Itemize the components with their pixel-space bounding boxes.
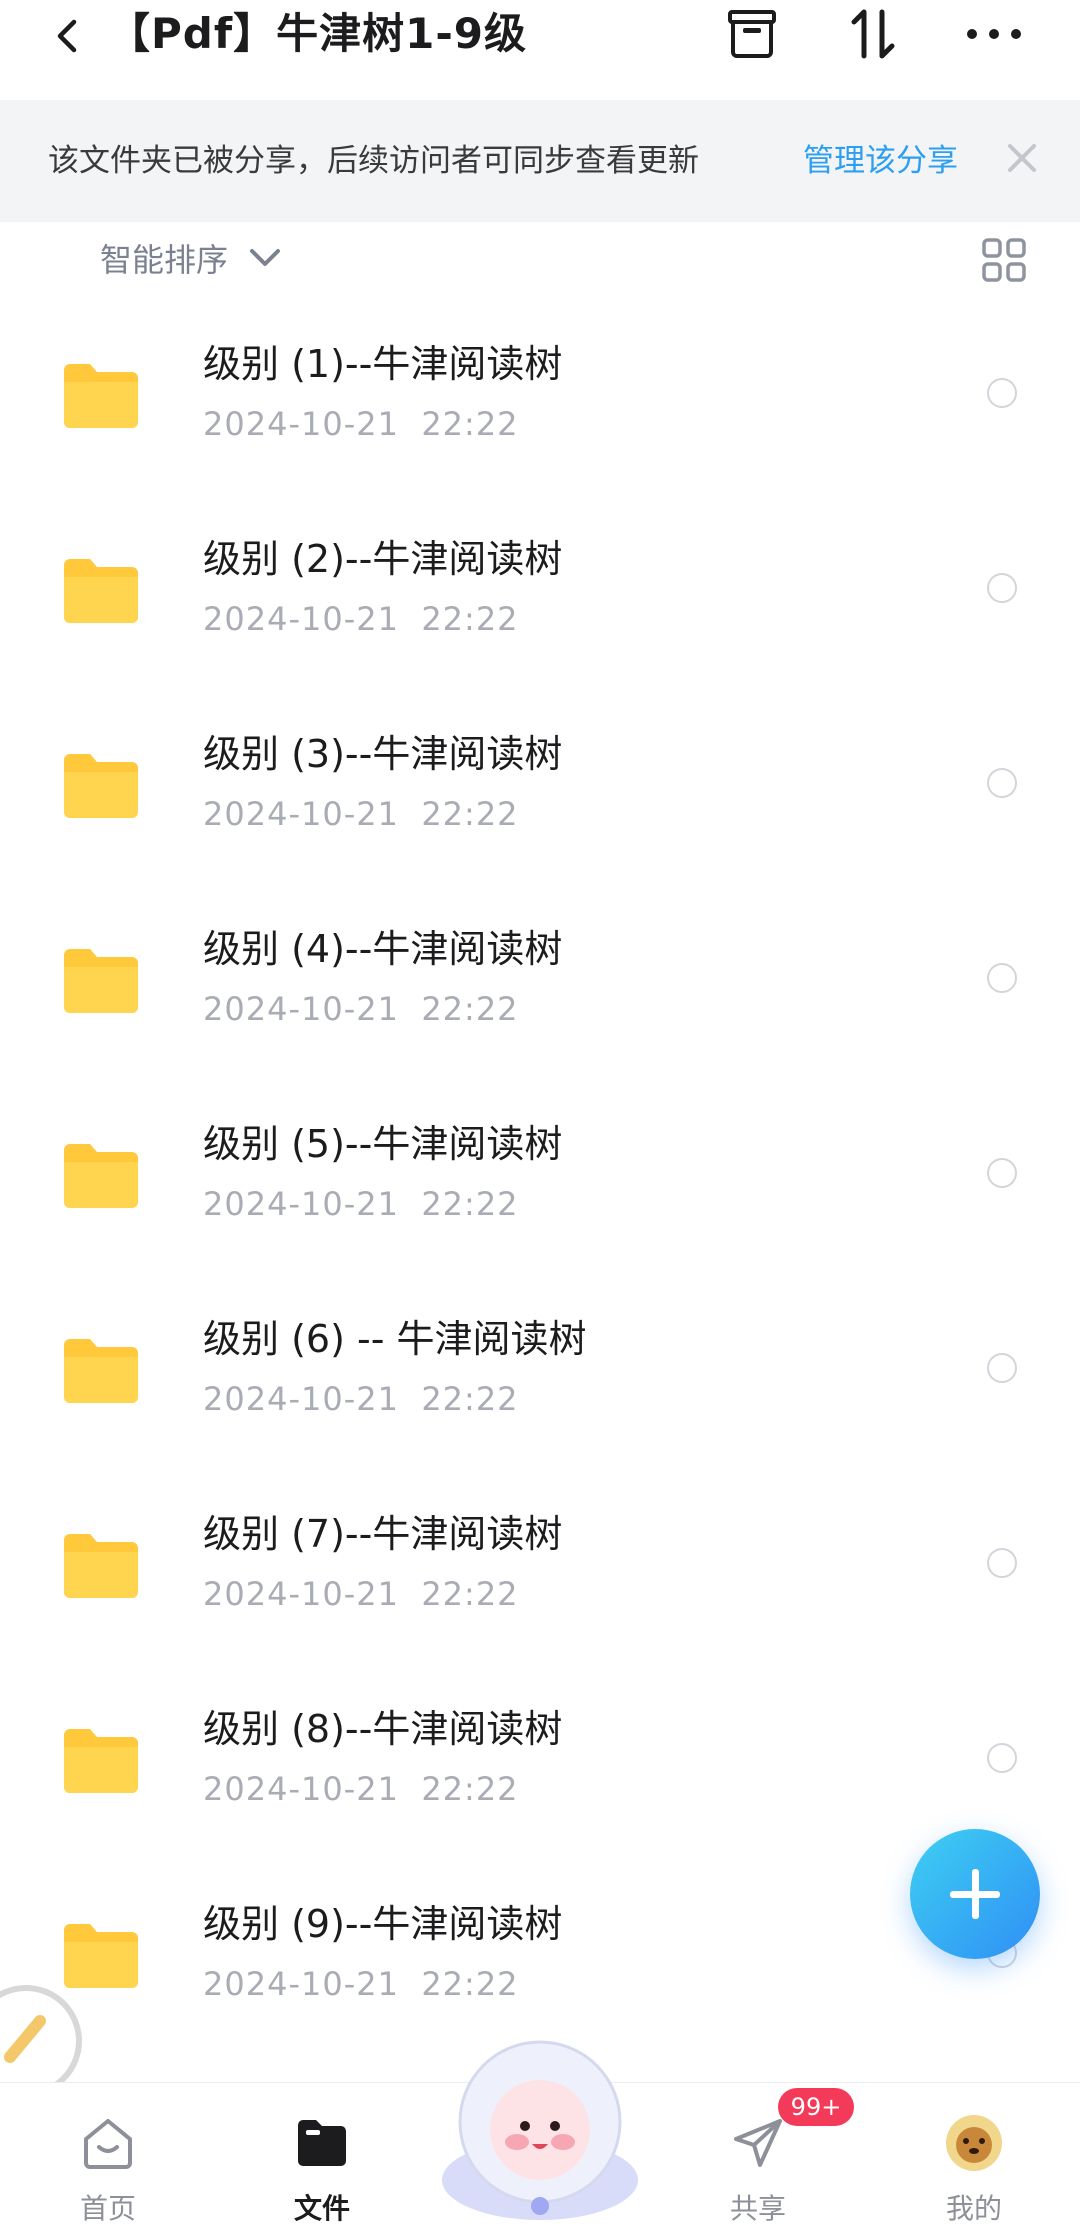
- avatar: [946, 2115, 1002, 2171]
- close-icon[interactable]: [1004, 140, 1040, 180]
- folder-icon: [64, 949, 138, 1013]
- file-name: 级别 (6) -- 牛津阅读树: [203, 1317, 587, 1361]
- folder-icon: [64, 1924, 138, 1988]
- folder-icon: [64, 559, 138, 623]
- folder-icon: [64, 1729, 138, 1793]
- folder-icon: [64, 364, 138, 428]
- select-checkbox[interactable]: [987, 1353, 1017, 1383]
- file-date: 2024-10-21 22:22: [203, 795, 519, 833]
- file-name: 级别 (9)--牛津阅读树: [203, 1902, 563, 1946]
- mascot-icon[interactable]: [435, 2030, 645, 2230]
- tab-files[interactable]: 文件: [247, 2099, 397, 2229]
- file-name: 级别 (1)--牛津阅读树: [203, 342, 563, 386]
- folder-icon: [64, 1339, 138, 1403]
- sort-bar: 智能排序: [0, 222, 1080, 302]
- select-checkbox[interactable]: [987, 1743, 1017, 1773]
- file-date: 2024-10-21 22:22: [203, 405, 519, 443]
- folder-tab-icon: [298, 2120, 346, 2166]
- list-item[interactable]: 级别 (1)--牛津阅读树 2024-10-21 22:22: [0, 302, 1080, 497]
- select-checkbox[interactable]: [987, 963, 1017, 993]
- list-item[interactable]: 级别 (5)--牛津阅读树 2024-10-21 22:22: [0, 1082, 1080, 1277]
- tab-files-label: 文件: [293, 2192, 350, 2225]
- top-bar: 【Pdf】牛津树1-9级: [0, 0, 1080, 100]
- file-date: 2024-10-21 22:22: [203, 1965, 519, 2003]
- file-date: 2024-10-21 22:22: [203, 990, 519, 1028]
- sort-dropdown-label[interactable]: 智能排序: [100, 238, 228, 282]
- file-list: 级别 (1)--牛津阅读树 2024-10-21 22:22 级别 (2)--牛…: [0, 302, 1080, 2057]
- home-icon: [84, 2119, 132, 2169]
- list-item[interactable]: 级别 (2)--牛津阅读树 2024-10-21 22:22: [0, 497, 1080, 692]
- file-date: 2024-10-21 22:22: [203, 1575, 519, 1613]
- grid-view-icon[interactable]: [980, 236, 1028, 284]
- floating-assistant-icon[interactable]: [0, 1985, 82, 2097]
- paper-plane-icon: [734, 2119, 782, 2167]
- file-date: 2024-10-21 22:22: [203, 1380, 519, 1418]
- tab-home[interactable]: 首页: [33, 2099, 183, 2229]
- file-name: 级别 (4)--牛津阅读树: [203, 927, 563, 971]
- tab-home-label: 首页: [79, 2192, 136, 2225]
- file-name: 级别 (8)--牛津阅读树: [203, 1707, 563, 1751]
- select-checkbox[interactable]: [987, 378, 1017, 408]
- list-item[interactable]: 级别 (7)--牛津阅读树 2024-10-21 22:22: [0, 1472, 1080, 1667]
- file-name: 级别 (5)--牛津阅读树: [203, 1122, 563, 1166]
- file-name: 级别 (2)--牛津阅读树: [203, 537, 563, 581]
- list-item[interactable]: 级别 (3)--牛津阅读树 2024-10-21 22:22: [0, 692, 1080, 887]
- archive-box-icon[interactable]: [720, 4, 784, 64]
- tab-mine[interactable]: 我的: [899, 2099, 1049, 2229]
- tab-share-label: 共享: [729, 2192, 786, 2225]
- share-banner-text: 该文件夹已被分享，后续访问者可同步查看更新: [48, 143, 699, 179]
- tab-mine-label: 我的: [945, 2192, 1002, 2225]
- file-date: 2024-10-21 22:22: [203, 1185, 519, 1223]
- folder-icon: [64, 1144, 138, 1208]
- file-date: 2024-10-21 22:22: [203, 600, 519, 638]
- select-checkbox[interactable]: [987, 1158, 1017, 1188]
- list-item[interactable]: 级别 (4)--牛津阅读树 2024-10-21 22:22: [0, 887, 1080, 1082]
- add-button[interactable]: [910, 1829, 1040, 1959]
- chevron-down-icon[interactable]: [248, 246, 282, 274]
- folder-icon: [64, 754, 138, 818]
- select-checkbox[interactable]: [987, 768, 1017, 798]
- file-date: 2024-10-21 22:22: [203, 1770, 519, 1808]
- list-item[interactable]: 级别 (8)--牛津阅读树 2024-10-21 22:22: [0, 1667, 1080, 1862]
- folder-icon: [64, 1534, 138, 1598]
- more-icon[interactable]: [962, 4, 1026, 64]
- back-arrow-icon[interactable]: [40, 8, 96, 64]
- file-name: 级别 (7)--牛津阅读树: [203, 1512, 563, 1556]
- file-name: 级别 (3)--牛津阅读树: [203, 732, 563, 776]
- notification-badge: 99+: [778, 2088, 854, 2126]
- select-checkbox[interactable]: [987, 573, 1017, 603]
- page-title: 【Pdf】牛津树1-9级: [108, 9, 527, 58]
- list-item[interactable]: 级别 (6) -- 牛津阅读树 2024-10-21 22:22: [0, 1277, 1080, 1472]
- share-banner: 该文件夹已被分享，后续访问者可同步查看更新 管理该分享: [0, 100, 1080, 222]
- sort-arrows-icon[interactable]: [842, 4, 906, 64]
- select-checkbox[interactable]: [987, 1548, 1017, 1578]
- manage-share-link[interactable]: 管理该分享: [803, 136, 958, 186]
